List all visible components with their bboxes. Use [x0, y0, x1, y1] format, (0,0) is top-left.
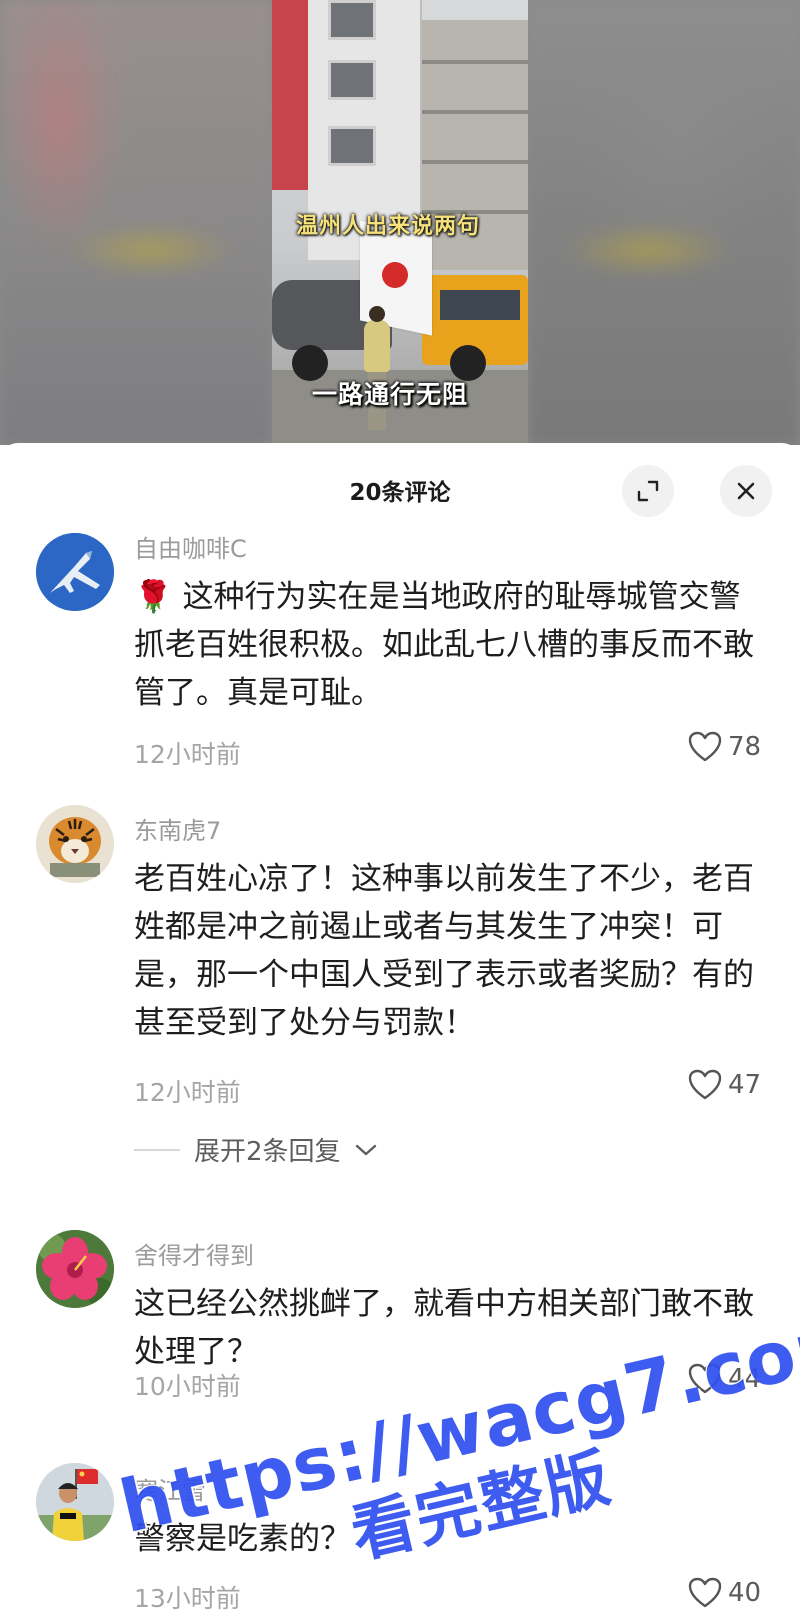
like-button[interactable]: 78 — [688, 731, 761, 763]
expand-replies-label: 展开2条回复 — [194, 1137, 341, 1167]
divider-line — [134, 1148, 180, 1151]
comments-title: 20条评论 — [349, 480, 451, 506]
video-caption-top: 温州人出来说两句 — [296, 214, 481, 239]
like-button[interactable]: 47 — [688, 1069, 761, 1101]
close-icon — [737, 482, 755, 500]
comment-username[interactable]: 自由咖啡C — [134, 529, 247, 564]
chevron-down-icon — [355, 1144, 376, 1155]
comment-text: 老百姓心凉了！这种事以前发生了不少，老百姓都是冲之前遏止或者与其发生了冲突！可是… — [134, 861, 754, 1041]
comment-time: 12小时前 — [134, 740, 241, 769]
comment-username[interactable]: 东南虎7 — [134, 811, 221, 846]
heart-icon — [688, 1069, 722, 1100]
like-count: 40 — [728, 1578, 762, 1608]
person-flag-avatar[interactable] — [36, 1463, 114, 1541]
like-button[interactable]: 40 — [688, 1577, 761, 1609]
heart-icon — [688, 731, 722, 762]
video-blur-right — [528, 0, 800, 445]
expand-replies-button[interactable]: 展开2条回复 — [134, 1131, 377, 1168]
close-button[interactable] — [720, 465, 772, 517]
video-blur-left — [0, 0, 272, 445]
like-count: 78 — [728, 732, 762, 762]
like-count: 47 — [728, 1070, 762, 1100]
heart-icon — [688, 1577, 722, 1608]
fighter-jet-avatar[interactable] — [36, 533, 114, 611]
expand-icon — [637, 480, 659, 502]
comment-time: 12小时前 — [134, 1078, 241, 1107]
comment-text: 🌹 这种行为实在是当地政府的耻辱城管交警抓老百姓很积极。如此乱七八槽的事反而不敢… — [134, 579, 754, 711]
hibiscus-avatar[interactable] — [36, 1230, 114, 1308]
video-player[interactable]: 温州人出来说两句 一路通行无阻 — [0, 0, 800, 445]
comment-username[interactable]: 舍得才得到 — [134, 1236, 254, 1271]
person — [364, 320, 390, 372]
comment-time: 10小时前 — [134, 1372, 241, 1401]
video-caption-bottom: 一路通行无阻 — [312, 380, 469, 409]
expand-button[interactable] — [622, 465, 674, 517]
tiger-avatar[interactable] — [36, 805, 114, 883]
comment-time: 13小时前 — [134, 1584, 241, 1613]
